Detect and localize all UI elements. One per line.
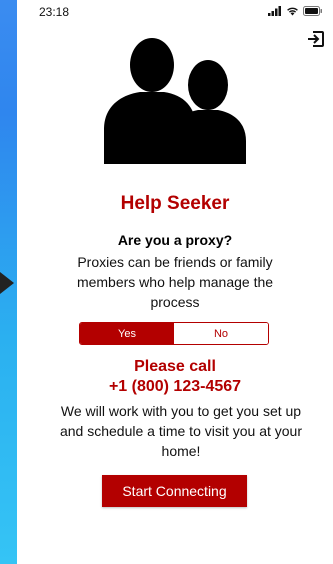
phone-number-link[interactable]: +1 (800) 123-4567 [17, 378, 333, 396]
people-silhouette-icon [104, 38, 246, 164]
toggle-yes-button[interactable]: Yes [80, 323, 174, 344]
call-description: We will work with you to get you set up … [59, 403, 303, 459]
exit-icon[interactable] [306, 29, 326, 49]
page-title: Help Seeker [120, 193, 230, 214]
battery-icon [303, 6, 322, 16]
status-bar: 23:18 [17, 0, 333, 22]
proxy-question: Are you a proxy? [117, 232, 233, 248]
status-time: 23:18 [39, 5, 70, 19]
play-arrow-icon [0, 272, 14, 294]
toggle-no-button[interactable]: No [174, 323, 268, 344]
call-title: Please call [134, 358, 216, 375]
start-connecting-button[interactable]: Start Connecting [102, 475, 247, 507]
status-icons [268, 6, 323, 16]
wifi-icon [287, 7, 298, 16]
proxy-toggle: Yes No [79, 322, 269, 345]
signal-icon [268, 6, 281, 16]
phone-screen: 23:18 Help Seeker Are you a proxy? Proxi… [17, 0, 333, 564]
proxy-explanation: Proxies can be friends or family members… [76, 254, 274, 310]
